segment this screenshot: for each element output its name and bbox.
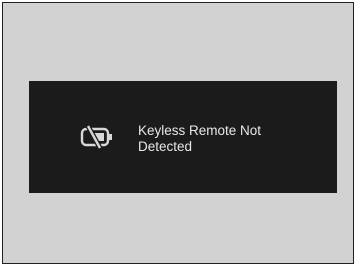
warning-message: Keyless Remote Not Detected [138, 123, 318, 155]
keyless-remote-battery-slash-icon [79, 123, 115, 151]
warning-display-panel: Keyless Remote Not Detected [29, 81, 337, 193]
warning-message-line-2: Detected [138, 139, 193, 154]
screenshot-frame: Keyless Remote Not Detected [2, 2, 354, 264]
warning-message-line-1: Keyless Remote Not [138, 123, 262, 138]
